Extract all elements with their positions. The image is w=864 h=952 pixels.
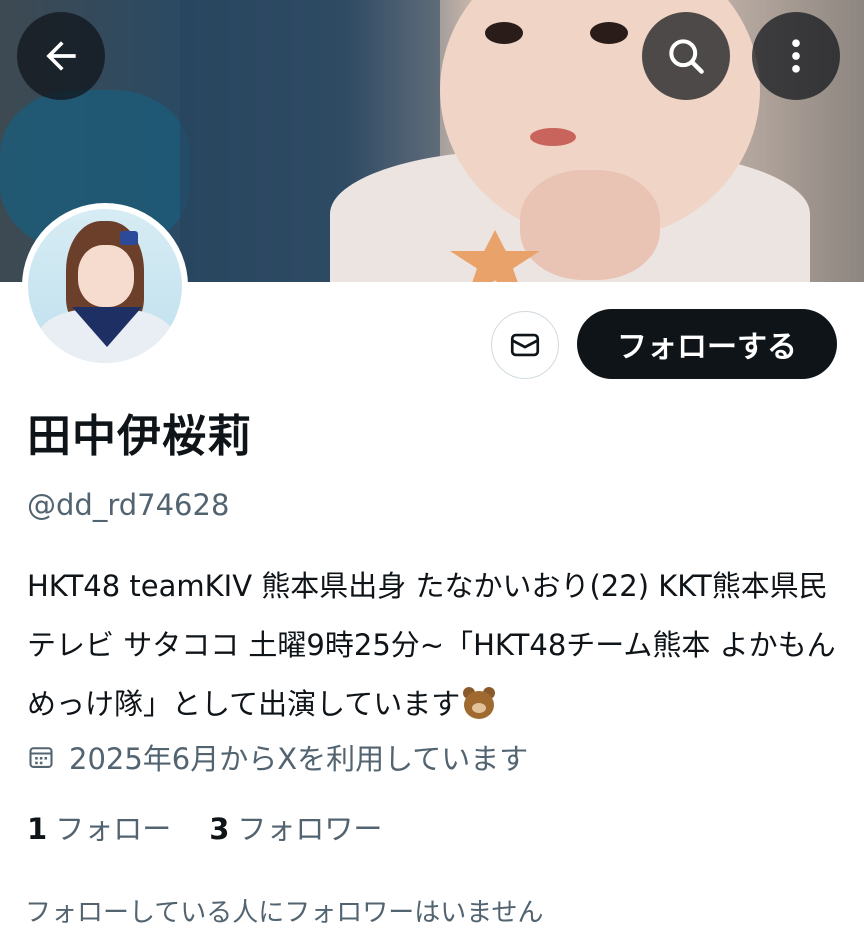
mail-icon [510, 333, 540, 357]
search-button[interactable] [642, 12, 730, 100]
arrow-left-icon [46, 41, 76, 71]
followers-you-know: フォローしている人にフォロワーはいません [25, 898, 544, 928]
display-name: 田中伊桜莉 [27, 411, 252, 462]
following-label: フォロー [55, 812, 172, 846]
join-date: 2025年6月からXを利用しています [27, 736, 528, 778]
more-vertical-icon [792, 39, 800, 73]
banner-shape [520, 170, 660, 280]
followers-link[interactable]: 3 フォロワー [209, 806, 382, 848]
banner-shape [530, 128, 576, 146]
bio-text: HKT48 teamKIV 熊本県出身 たなかいおり(22) KKT熊本県民テレ… [27, 569, 836, 721]
avatar-shape [120, 231, 138, 245]
banner-shape [485, 22, 523, 44]
banner-shape [590, 22, 628, 44]
more-options-button[interactable] [752, 12, 840, 100]
message-button[interactable] [491, 311, 559, 379]
follow-stats: 1 フォロー 3 フォロワー [27, 806, 382, 848]
user-handle: @dd_rd74628 [27, 488, 230, 522]
join-date-text: 2025年6月からXを利用しています [69, 742, 529, 776]
avatar-shape [78, 245, 134, 307]
follow-button[interactable]: フォローする [577, 309, 837, 379]
bear-face-icon [462, 687, 496, 719]
following-link[interactable]: 1 フォロー [27, 806, 171, 848]
following-count: 1 [27, 812, 48, 846]
calendar-icon [29, 747, 53, 768]
back-button[interactable] [17, 12, 105, 100]
profile-bio: HKT48 teamKIV 熊本県出身 たなかいおり(22) KKT熊本県民テレ… [27, 557, 847, 734]
followers-count: 3 [209, 812, 230, 846]
followers-label: フォロワー [237, 812, 383, 846]
avatar[interactable] [22, 203, 188, 369]
avatar-image [28, 209, 182, 363]
search-icon [669, 39, 704, 74]
